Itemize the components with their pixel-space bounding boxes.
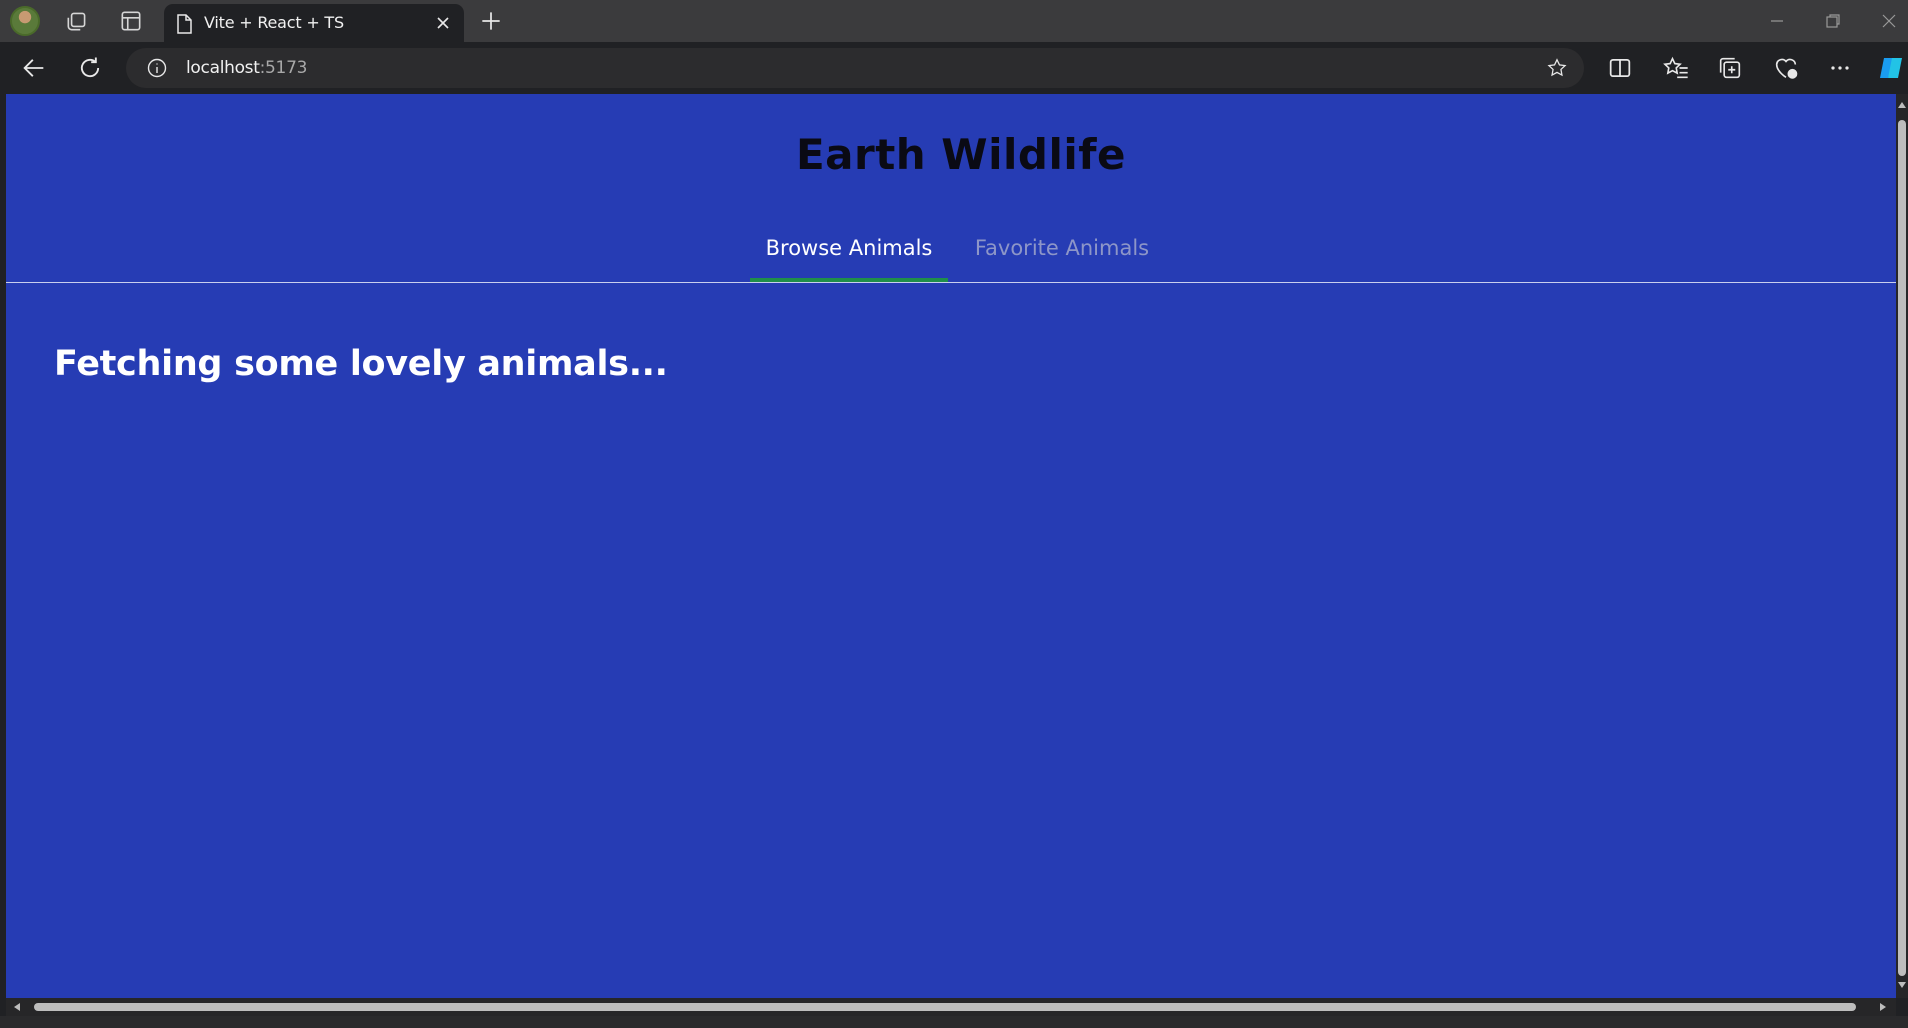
back-icon[interactable] (20, 54, 48, 82)
scroll-left-arrow-icon[interactable] (12, 1002, 22, 1012)
browser-tab-strip: Vite + React + TS (0, 0, 1908, 42)
tab-title: Vite + React + TS (204, 13, 344, 32)
horizontal-scrollbar[interactable] (6, 998, 1896, 1016)
minimize-icon[interactable] (1766, 10, 1788, 32)
loading-message: Fetching some lovely animals... (54, 344, 668, 384)
tab-browse-animals[interactable]: Browse Animals (750, 236, 948, 282)
horizontal-scroll-thumb[interactable] (34, 1003, 1856, 1011)
window-bottom-edge (0, 1016, 1908, 1028)
scroll-right-arrow-icon[interactable] (1878, 1002, 1888, 1012)
copilot-icon[interactable] (1876, 52, 1908, 84)
favorite-star-icon[interactable] (1546, 57, 1568, 79)
workspaces-icon[interactable] (64, 8, 90, 34)
browser-toolbar: localhost:5173 (0, 42, 1908, 94)
address-bar[interactable]: localhost:5173 (126, 48, 1584, 88)
collections-icon[interactable] (1716, 54, 1744, 82)
split-screen-icon[interactable] (1606, 54, 1634, 82)
animal-tabs-nav: Browse Animals Favorite Animals (6, 94, 1896, 284)
vertical-scroll-thumb[interactable] (1898, 120, 1906, 976)
profile-avatar[interactable] (10, 6, 40, 36)
tab-favorite-animals[interactable]: Favorite Animals (962, 236, 1162, 282)
scroll-up-arrow-icon[interactable] (1897, 100, 1907, 110)
restore-icon[interactable] (1822, 10, 1844, 32)
tabs-divider (6, 282, 1896, 283)
close-window-icon[interactable] (1878, 10, 1900, 32)
document-icon (174, 13, 194, 35)
scroll-down-arrow-icon[interactable] (1897, 980, 1907, 990)
browser-tab[interactable]: Vite + React + TS (164, 4, 464, 42)
new-tab-icon[interactable] (478, 8, 504, 34)
favorites-icon[interactable] (1662, 54, 1690, 82)
more-options-icon[interactable] (1826, 54, 1854, 82)
site-info-icon[interactable] (146, 57, 168, 79)
close-tab-icon[interactable] (434, 14, 452, 32)
refresh-icon[interactable] (76, 54, 104, 82)
vertical-scrollbar[interactable] (1896, 94, 1908, 998)
vertical-tabs-icon[interactable] (118, 8, 144, 34)
page-viewport: Earth Wildlife Browse Animals Favorite A… (6, 94, 1896, 998)
url-text: localhost:5173 (186, 58, 308, 78)
browser-essentials-icon[interactable] (1772, 54, 1800, 82)
